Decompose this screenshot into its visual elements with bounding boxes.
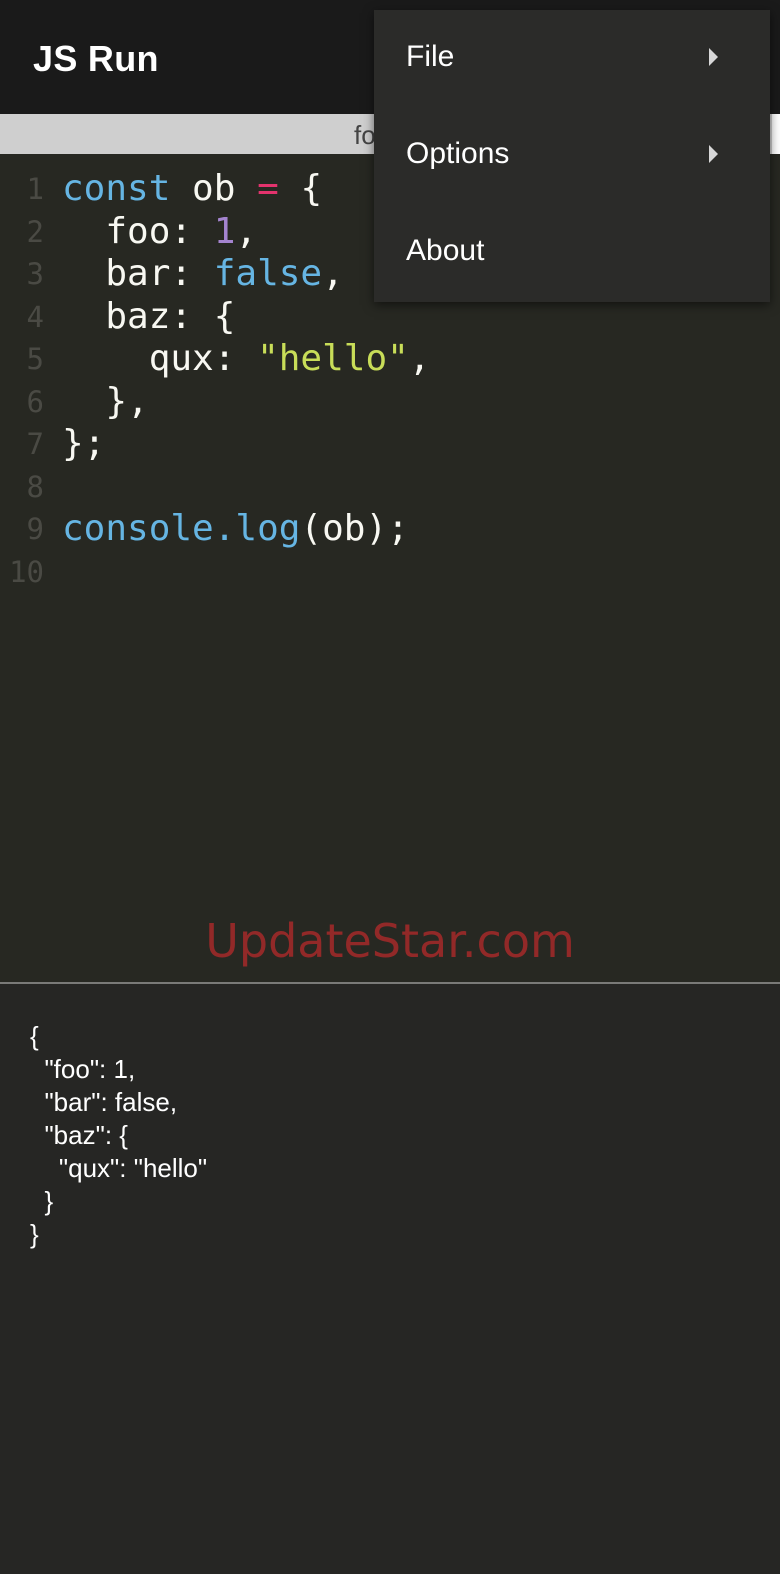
- code-line[interactable]: 10: [0, 551, 780, 593]
- menu-item-label: About: [406, 234, 485, 267]
- line-code[interactable]: foo: 1,: [62, 211, 257, 253]
- console-line: "foo": 1,: [30, 1054, 136, 1084]
- line-number: 3: [26, 257, 44, 291]
- console-line: {: [30, 1021, 39, 1051]
- code-token: ,: [408, 338, 431, 379]
- code-token: =: [257, 168, 279, 209]
- code-token: const: [62, 168, 171, 209]
- code-token: bar:: [62, 253, 214, 294]
- console-line: "qux": "hello": [30, 1153, 208, 1183]
- app-title: JS Run: [33, 38, 159, 79]
- line-number: 7: [26, 427, 44, 461]
- console-line: }: [30, 1186, 54, 1216]
- line-number: 4: [26, 299, 44, 334]
- code-token: foo:: [62, 210, 214, 252]
- line-number: 1: [26, 172, 44, 206]
- line-code[interactable]: bar: false,: [62, 253, 344, 295]
- menu-item-about[interactable]: About: [374, 204, 770, 301]
- code-token: },: [62, 380, 149, 422]
- code-token: {: [278, 168, 323, 209]
- code-line[interactable]: 7};: [0, 423, 780, 465]
- line-number: 9: [26, 512, 44, 546]
- line-number: 2: [26, 214, 44, 249]
- line-code[interactable]: qux: "hello",: [62, 338, 431, 380]
- line-number: 8: [26, 469, 44, 504]
- code-line[interactable]: 6 },: [0, 381, 780, 423]
- overflow-menu: File Options About: [374, 10, 770, 302]
- line-number: 5: [26, 342, 44, 376]
- console-output: { "foo": 1, "bar": false, "baz": { "qux"…: [0, 984, 780, 1574]
- tab-scrollbar[interactable]: [772, 114, 780, 154]
- line-number: 6: [26, 384, 44, 419]
- code-token: 1: [213, 210, 236, 252]
- watermark: UpdateStar.com: [205, 914, 575, 968]
- line-code[interactable]: const ob = {: [62, 168, 322, 210]
- submenu-arrow-icon: [709, 145, 718, 163]
- console-line: }: [30, 1219, 39, 1249]
- line-code[interactable]: };: [62, 423, 105, 465]
- code-token: console.log: [62, 508, 301, 549]
- code-token: qux:: [62, 338, 258, 379]
- code-line[interactable]: 9 console.log(ob);: [0, 508, 780, 550]
- menu-item-options[interactable]: Options: [374, 107, 770, 204]
- line-code[interactable]: console.log(ob);: [62, 508, 409, 550]
- menu-item-label: Options: [406, 137, 510, 170]
- console-line: "bar": false,: [30, 1087, 178, 1117]
- code-token: ob: [170, 168, 258, 209]
- line-number: 10: [9, 554, 44, 589]
- menu-item-label: File: [406, 40, 455, 73]
- code-token: false: [213, 253, 323, 294]
- code-token: };: [62, 423, 106, 464]
- code-token: ,: [235, 210, 258, 252]
- line-code[interactable]: baz: {: [62, 296, 235, 338]
- submenu-arrow-icon: [709, 48, 718, 66]
- code-token: (ob);: [300, 508, 409, 549]
- code-line[interactable]: 8: [0, 466, 780, 508]
- menu-item-file[interactable]: File: [374, 10, 770, 107]
- console-line: "baz": {: [30, 1120, 128, 1150]
- code-token: baz: {: [62, 295, 236, 337]
- code-token: ,: [322, 253, 344, 294]
- line-code[interactable]: },: [62, 380, 149, 423]
- code-line[interactable]: 5 qux: "hello",: [0, 338, 780, 380]
- code-token: "hello": [257, 338, 409, 379]
- file-tab-label[interactable]: fo: [354, 120, 376, 151]
